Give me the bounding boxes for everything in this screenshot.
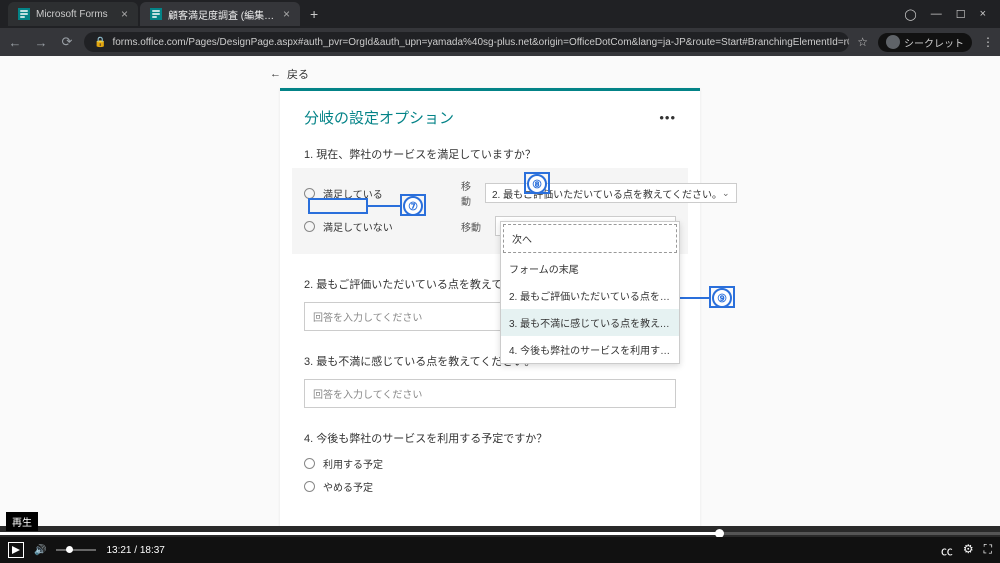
star-icon[interactable]: ☆ [857,35,868,49]
placeholder: 回答を入力してください [313,390,422,401]
page-content: ← 戻る 分岐の設定オプション ••• 1. 現在、弊社のサービスを満足していま… [0,56,1000,526]
maximize-icon[interactable]: ☐ [956,8,966,21]
option-row: 満足している 移動 2. 最もご評価いただいている点を教えてください。 ⌄ [304,178,676,208]
replay-label: 再生 [6,512,38,531]
play-button[interactable] [8,542,24,558]
volume-slider[interactable] [56,549,96,551]
option-label: 利用する予定 [323,456,383,471]
url-text: forms.office.com/Pages/DesignPage.aspx#a… [112,37,849,48]
video-controls: 🔊 13:21 / 18:37 ㏄ ⚙ ⛶ [0,537,1000,563]
goto-label: 移動 [461,219,481,234]
question-4: 4. 今後も弊社のサービスを利用する予定ですか？ 利用する予定 やめる予定 [304,430,676,494]
back-label: 戻る [287,66,309,82]
annotation-number-8: ⑧ [527,174,547,194]
browser-tab[interactable]: Microsoft Forms × [8,2,138,26]
menu-icon[interactable]: ⋮ [982,35,994,49]
url-field[interactable]: 🔒 forms.office.com/Pages/DesignPage.aspx… [84,32,849,52]
volume-icon[interactable]: 🔊 [34,545,46,556]
time-total: 18:37 [140,545,165,556]
settings-icon[interactable]: ⚙ [963,542,974,559]
close-window-icon[interactable]: × [980,8,986,21]
dropdown-item-selected[interactable]: 3. 最も不満に感じている点を教えてください。 [501,309,679,336]
option-label: 満足していない [323,219,453,234]
fullscreen-icon[interactable]: ⛶ [984,542,992,559]
chevron-down-icon: ⌄ [722,188,730,199]
option-row: 利用する予定 [304,456,676,471]
question-title: 1. 現在、弊社のサービスを満足していますか？ [304,146,676,162]
forward-icon[interactable]: → [32,35,50,50]
radio-icon[interactable] [304,481,315,492]
caption-icon[interactable]: ㏄ [941,542,953,559]
circle-icon[interactable]: ◯ [904,8,916,21]
reload-icon[interactable]: ⟳ [58,34,76,50]
radio-icon[interactable] [304,221,315,232]
dropdown-item[interactable]: 4. 今後も弊社のサービスを利用する予定ですか？ [501,336,679,363]
forms-icon [18,8,30,20]
goto-dropdown: 次へ フォームの末尾 2. 最もご評価いただいている点を教えてください。 3. … [500,221,680,364]
incognito-badge[interactable]: シークレット [878,33,972,52]
browser-tab[interactable]: 顧客満足度調査 (編集) Microsoft × [140,2,300,26]
incognito-icon [886,35,900,49]
volume-handle[interactable] [66,546,73,553]
annotation-line [677,297,709,299]
annotation-line [368,205,400,207]
annotation-number-9: ⑨ [712,288,732,308]
address-bar: ← → ⟳ 🔒 forms.office.com/Pages/DesignPag… [0,28,1000,56]
back-link[interactable]: ← 戻る [270,66,309,82]
radio-icon[interactable] [304,188,315,199]
goto-value: 2. 最もご評価いただいている点を教えてください。 [492,186,722,201]
new-tab-button[interactable]: + [302,6,326,22]
window-controls: ◯ — ☐ × [904,8,992,21]
goto-label: 移動 [461,178,471,208]
annotation-number-7: ⑦ [403,196,423,216]
tab-title: Microsoft Forms [36,9,115,20]
answer-input[interactable]: 回答を入力してください [304,379,676,408]
more-icon[interactable]: ••• [659,110,676,125]
arrow-left-icon: ← [270,68,281,80]
question-title: 4. 今後も弊社のサービスを利用する予定ですか？ [304,430,676,446]
placeholder: 回答を入力してください [313,313,422,324]
goto-select[interactable]: 2. 最もご評価いただいている点を教えてください。 ⌄ [485,183,737,203]
close-icon[interactable]: × [283,7,290,21]
time-display: 13:21 / 18:37 [106,545,164,556]
dropdown-item[interactable]: 次へ [503,224,677,253]
video-progress [0,532,720,535]
forms-icon [150,8,162,20]
option-row: やめる予定 [304,479,676,494]
option-label: やめる予定 [323,479,373,494]
radio-icon[interactable] [304,458,315,469]
option-label: 満足している [323,186,453,201]
incognito-label: シークレット [904,35,964,50]
dropdown-item[interactable]: フォームの末尾 [501,255,679,282]
browser-tab-bar: Microsoft Forms × 顧客満足度調査 (編集) Microsoft… [0,0,1000,28]
dropdown-item[interactable]: 2. 最もご評価いただいている点を教えてください。 [501,282,679,309]
tab-title: 顧客満足度調査 (編集) Microsoft [168,7,277,22]
card-title: 分岐の設定オプション [304,107,454,128]
play-icon [12,546,20,554]
back-icon[interactable]: ← [6,35,24,50]
time-current: 13:21 [106,545,131,556]
close-icon[interactable]: × [121,7,128,21]
minimize-icon[interactable]: — [931,8,942,21]
video-scrubber[interactable] [0,532,1000,535]
